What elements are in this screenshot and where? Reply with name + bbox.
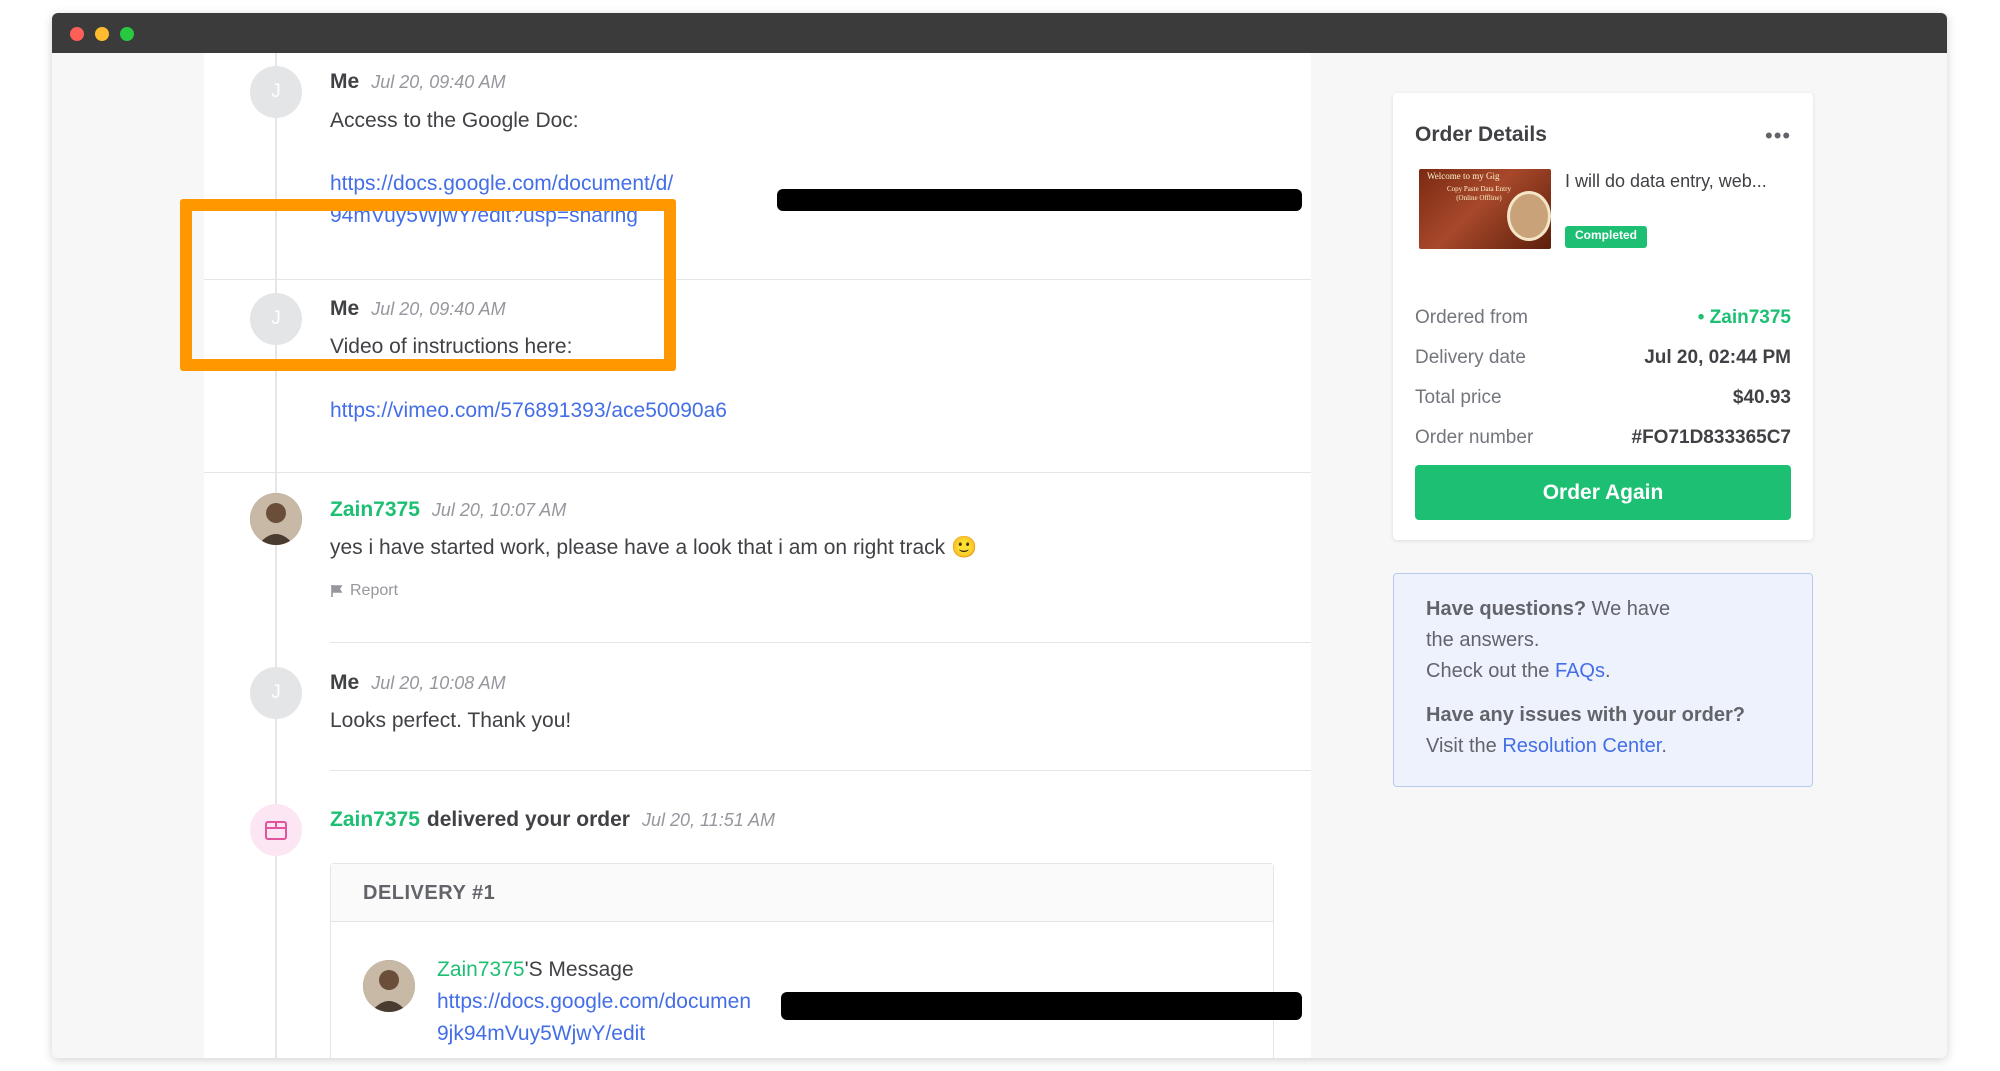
close-window-button[interactable] — [70, 27, 84, 41]
maximize-window-button[interactable] — [120, 27, 134, 41]
message-link-line1[interactable]: https://docs.google.com/document/d/ — [330, 168, 673, 200]
separator — [204, 472, 1311, 473]
help-issues-bold: Have any issues with your order? — [1426, 704, 1745, 726]
delivery-summary: Zain7375 delivered your order — [330, 808, 630, 832]
delivery-title: DELIVERY #1 — [331, 864, 1273, 922]
faq-suffix: . — [1604, 660, 1611, 682]
google-doc-link[interactable]: https://docs.google.com/document/d/ — [330, 172, 673, 195]
seller-avatar-image — [250, 493, 302, 545]
sender-name: Me — [330, 70, 360, 93]
browser-window: J Me Jul 20, 09:40 AM Access to the Goog… — [52, 13, 1947, 1058]
help-questions: Have questions? We have the answers. Che… — [1426, 594, 1670, 687]
message-text: yes i have started work, please have a l… — [330, 536, 978, 559]
seller-link[interactable]: • Zain7375 — [1698, 307, 1791, 329]
resolution-prefix: Visit the — [1426, 735, 1503, 757]
help-question-bold: Have questions? — [1426, 598, 1587, 620]
order-details-card: Order Details ••• Welcome to my Gig Copy… — [1393, 93, 1813, 540]
order-again-button[interactable]: Order Again — [1415, 465, 1791, 520]
order-details-title: Order Details — [1415, 123, 1547, 146]
message-time: Jul 20, 09:40 AM — [371, 72, 506, 92]
row-value: $40.93 — [1732, 387, 1791, 408]
message-header: Me Jul 20, 10:08 AM — [330, 671, 506, 695]
message-time: Jul 20, 10:08 AM — [371, 673, 506, 693]
total-price-row: Total price $40.93 — [1415, 387, 1791, 409]
gig-thumbnail[interactable]: Welcome to my Gig Copy Paste Data Entry … — [1419, 169, 1551, 249]
message-text: Looks perfect. Thank you! — [330, 709, 572, 732]
avatar — [250, 493, 302, 545]
gig-title[interactable]: I will do data entry, web... — [1565, 171, 1767, 192]
more-options-icon[interactable]: ••• — [1765, 123, 1791, 149]
sender-name[interactable]: Zain7375 — [330, 808, 420, 832]
delivery-header: Zain7375 delivered your order Jul 20, 11… — [330, 808, 775, 832]
help-question-line2: the answers. — [1426, 629, 1540, 651]
minimize-window-button[interactable] — [95, 27, 109, 41]
window-titlebar — [52, 13, 1947, 53]
separator — [330, 642, 1311, 643]
row-value: Jul 20, 02:44 PM — [1644, 347, 1791, 368]
row-value: #FO71D833365C7 — [1631, 427, 1792, 448]
resolution-suffix: . — [1661, 735, 1667, 757]
thumbnail-title: Welcome to my Gig — [1427, 171, 1500, 181]
faq-link[interactable]: FAQs — [1555, 660, 1605, 682]
separator — [330, 770, 1311, 771]
delivery-panel: DELIVERY #1 Zain7375 'S Message https://… — [330, 863, 1302, 1058]
ordered-from-row: Ordered from • Zain7375 — [1415, 307, 1791, 329]
message-header: Me Jul 20, 09:40 AM — [330, 70, 506, 94]
delivery-date-row: Delivery date Jul 20, 02:44 PM — [1415, 347, 1791, 369]
sender-name[interactable]: Zain7375 — [437, 958, 525, 982]
redaction-bar — [777, 189, 1302, 211]
report-label: Report — [350, 582, 399, 599]
seller-avatar-image — [363, 960, 415, 1012]
row-label: Delivery date — [1415, 347, 1526, 368]
order-number-row: Order number #FO71D833365C7 — [1415, 427, 1791, 449]
message-link-line[interactable]: https://vimeo.com/576891393/ace50090a6 — [330, 395, 727, 427]
row-label: Order number — [1415, 427, 1534, 448]
delivery-link-line2[interactable]: 9jk94mVuy5WjwY/edit — [437, 1018, 645, 1050]
vimeo-link[interactable]: https://vimeo.com/576891393/ace50090a6 — [330, 399, 727, 422]
row-label: Ordered from — [1415, 307, 1528, 328]
help-issues: Have any issues with your order? Visit t… — [1426, 700, 1745, 762]
avatar: J — [250, 66, 302, 118]
row-label: Total price — [1415, 387, 1502, 408]
help-card: Have questions? We have the answers. Che… — [1393, 573, 1813, 787]
flag-icon — [331, 585, 343, 597]
avatar — [363, 960, 415, 1012]
sender-name: Me — [330, 671, 360, 694]
google-doc-link[interactable]: https://docs.google.com/documen — [437, 990, 751, 1013]
delivery-link-line1[interactable]: https://docs.google.com/documen — [437, 986, 751, 1018]
redaction-bar — [781, 992, 1302, 1020]
thumbnail-photo — [1507, 191, 1551, 241]
package-icon — [265, 821, 287, 840]
status-badge: Completed — [1565, 226, 1648, 248]
faq-prefix: Check out the — [1426, 660, 1555, 682]
avatar: J — [250, 667, 302, 719]
delivery-message-header: Zain7375 'S Message — [437, 958, 634, 982]
report-button[interactable]: Report — [330, 582, 398, 600]
google-doc-link-cont[interactable]: 9jk94mVuy5WjwY/edit — [437, 1022, 645, 1045]
message-text: Access to the Google Doc: — [330, 109, 579, 132]
thumbnail-subtitle: Copy Paste Data Entry (Online Offline) — [1447, 185, 1511, 202]
message-time: Jul 20, 10:07 AM — [431, 500, 567, 520]
message-suffix: 'S Message — [524, 958, 634, 981]
delivery-action: delivered your order — [426, 808, 630, 831]
delivery-time: Jul 20, 11:51 AM — [641, 810, 776, 830]
highlight-box — [180, 199, 676, 371]
message-header: Zain7375 Jul 20, 10:07 AM — [330, 498, 566, 522]
avatar — [250, 804, 302, 856]
resolution-center-link[interactable]: Resolution Center — [1502, 735, 1661, 757]
sender-name[interactable]: Zain7375 — [330, 498, 420, 522]
help-question-rest: We have — [1586, 598, 1671, 620]
